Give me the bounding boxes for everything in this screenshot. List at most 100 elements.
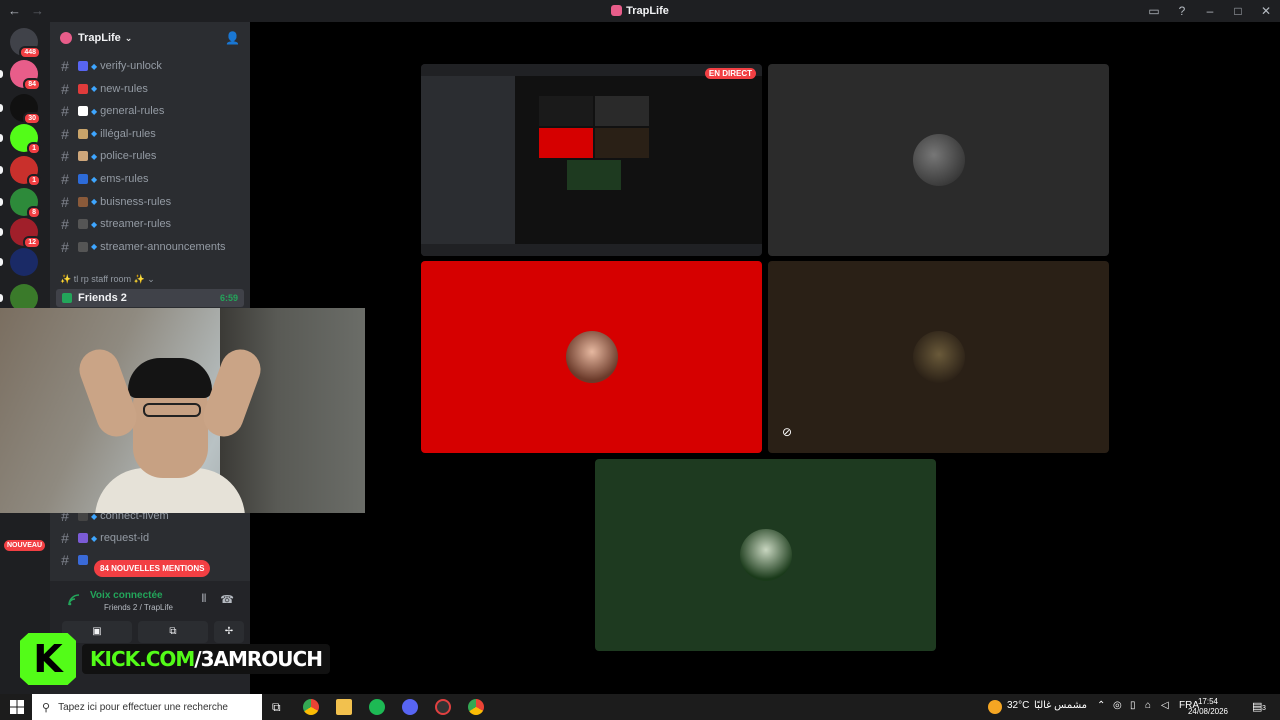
channel-request-id[interactable]: # ◆ request-id [58, 528, 244, 548]
chrome-icon[interactable] [303, 699, 319, 715]
diamond-icon: ◆ [91, 174, 98, 184]
notification-count: 3 [1262, 705, 1266, 712]
back-arrow-icon[interactable]: ← [8, 3, 21, 18]
participant-tile-4[interactable] [595, 459, 936, 651]
hash-icon: # [61, 125, 69, 142]
channel-label: police-rules [100, 150, 157, 163]
shared-sidebar [421, 76, 515, 256]
server-name: TrapLife [78, 32, 121, 44]
channel-ems-rules[interactable]: # ◆ ems-rules [58, 169, 244, 189]
forward-arrow-icon[interactable]: → [31, 3, 44, 18]
participant-tile-3[interactable]: ⊘ [768, 261, 1109, 453]
server-icon-3[interactable]: 30 [10, 94, 41, 125]
channel-new-rules[interactable]: # ◆ new-rules [58, 79, 244, 99]
category-staff-room[interactable]: ✨ tl rp staff room ✨ ⌄ [60, 274, 155, 285]
channel-label: illégal-rules [100, 127, 156, 140]
channel-label: buisness-rules [100, 195, 172, 208]
windows-taskbar: ⚲ Tapez ici pour effectuer une recherche… [0, 694, 1280, 720]
webcam-overlay [0, 308, 365, 513]
volume-icon[interactable]: ◁ [1161, 700, 1169, 711]
hash-icon: # [61, 58, 69, 74]
screen-share-tile[interactable]: EN DIRECT [421, 64, 762, 256]
channel-label: general-rules [100, 105, 165, 118]
channel-general-rules[interactable]: # ◆ general-rules [58, 101, 244, 121]
channel-streamer-rules[interactable]: # ◆ streamer-rules [58, 214, 244, 234]
server-icon-8[interactable] [10, 248, 38, 276]
unread-pill [0, 258, 3, 266]
new-mentions-badge[interactable]: 84 NOUVELLES MENTIONS [94, 560, 211, 577]
voice-channel-friends-2[interactable]: Friends 2 6:59 [56, 289, 244, 307]
server-icon-2[interactable]: 84 [10, 60, 41, 91]
server-icon-7[interactable]: 12 [10, 218, 41, 249]
task-view-icon[interactable]: ⧉ [272, 700, 281, 715]
network-icon[interactable]: ⌂ [1145, 700, 1151, 711]
server-icon-5[interactable]: 1 [10, 156, 41, 187]
search-icon: ⚲ [42, 701, 51, 714]
diamond-icon: ◆ [91, 84, 98, 94]
hash-icon: # [61, 193, 69, 210]
help-icon[interactable]: ? [1168, 4, 1196, 18]
server-icon-4[interactable]: 1 [10, 124, 41, 155]
participant-avatar [912, 134, 965, 186]
channel-label: ems-rules [100, 173, 149, 185]
file-explorer-icon[interactable] [336, 699, 352, 715]
server-icon-6[interactable]: 8 [10, 188, 41, 219]
server-header[interactable]: TrapLife ⌄ 👤 [50, 22, 250, 54]
tray-app-icon[interactable]: ◎ [1113, 700, 1122, 711]
diamond-icon: ◆ [91, 533, 98, 543]
mention-badge: 84 [23, 78, 41, 91]
maximize-button[interactable]: □ [1224, 4, 1252, 18]
speaker-icon [62, 293, 72, 303]
category-label: ✨ tl rp staff room ✨ [60, 274, 145, 284]
channel-police-rules[interactable]: # ◆ police-rules [58, 146, 244, 166]
window-controls: ▭ ? – □ ✕ [1140, 0, 1280, 22]
kick-logo-icon: K [20, 633, 76, 685]
minimize-button[interactable]: – [1196, 4, 1224, 18]
participant-tile-2[interactable] [421, 261, 762, 453]
discord-icon[interactable] [402, 699, 418, 715]
channel-emoji-icon [78, 83, 88, 94]
channel-verify-unlock[interactable]: # ◆ verify-unlock [58, 56, 244, 76]
add-user-icon[interactable]: 👤 [225, 31, 240, 45]
person-hair [128, 358, 212, 398]
diamond-icon: ◆ [91, 151, 98, 161]
weather-icon[interactable] [988, 700, 1002, 714]
weather-desc[interactable]: مشمس غالبًا [1034, 700, 1087, 711]
hash-icon: # [61, 552, 69, 568]
mention-badge: 1 [27, 174, 41, 187]
windows-start-icon[interactable] [10, 700, 24, 714]
participant-tile-1[interactable] [768, 64, 1109, 256]
hash-icon: # [61, 148, 69, 165]
noise-suppression-icon[interactable]: ⦀ [201, 593, 206, 606]
disconnect-icon[interactable]: ☎ [220, 593, 234, 606]
window-title: TrapLife [0, 5, 1280, 17]
channel-emoji-icon [78, 241, 88, 252]
channel-label: new-rules [100, 82, 148, 95]
notifications-icon[interactable]: ▤ [1252, 700, 1262, 713]
voice-location: Friends 2 / TrapLife [104, 603, 173, 612]
clock[interactable]: 17:54 24/08/2026 [1188, 697, 1228, 717]
voice-timer: 6:59 [219, 293, 238, 303]
obs-icon[interactable] [435, 699, 451, 715]
taskbar-search[interactable]: ⚲ Tapez ici pour effectuer une recherche [32, 694, 262, 720]
channel-label: request-id [100, 532, 150, 544]
hash-icon: # [61, 171, 69, 187]
server-icon-1[interactable]: 448 [10, 28, 41, 59]
chrome-icon-2[interactable] [468, 699, 484, 715]
channel-streamer-announcements[interactable]: # ◆ streamer-announcements [58, 237, 244, 257]
channel-emoji-icon [78, 61, 88, 71]
tray-chevron-icon[interactable]: ⌃ [1097, 700, 1105, 711]
hash-icon: # [61, 103, 69, 120]
channel-buisness-rules[interactable]: # ◆ buisness-rules [58, 192, 244, 212]
mention-badge: 1 [27, 142, 41, 155]
hash-icon: # [61, 530, 69, 546]
weather-temp[interactable]: 32°C [1007, 700, 1029, 711]
window-title-text: TrapLife [626, 5, 669, 17]
close-button[interactable]: ✕ [1252, 4, 1280, 18]
channel-ill-gal-rules[interactable]: # ◆ illégal-rules [58, 124, 244, 144]
spotify-icon[interactable] [369, 699, 385, 715]
battery-icon[interactable]: ▯ [1130, 700, 1136, 711]
inbox-icon[interactable]: ▭ [1140, 4, 1168, 18]
participant-avatar [912, 331, 965, 383]
kick-site: KICK.COM [90, 647, 195, 671]
